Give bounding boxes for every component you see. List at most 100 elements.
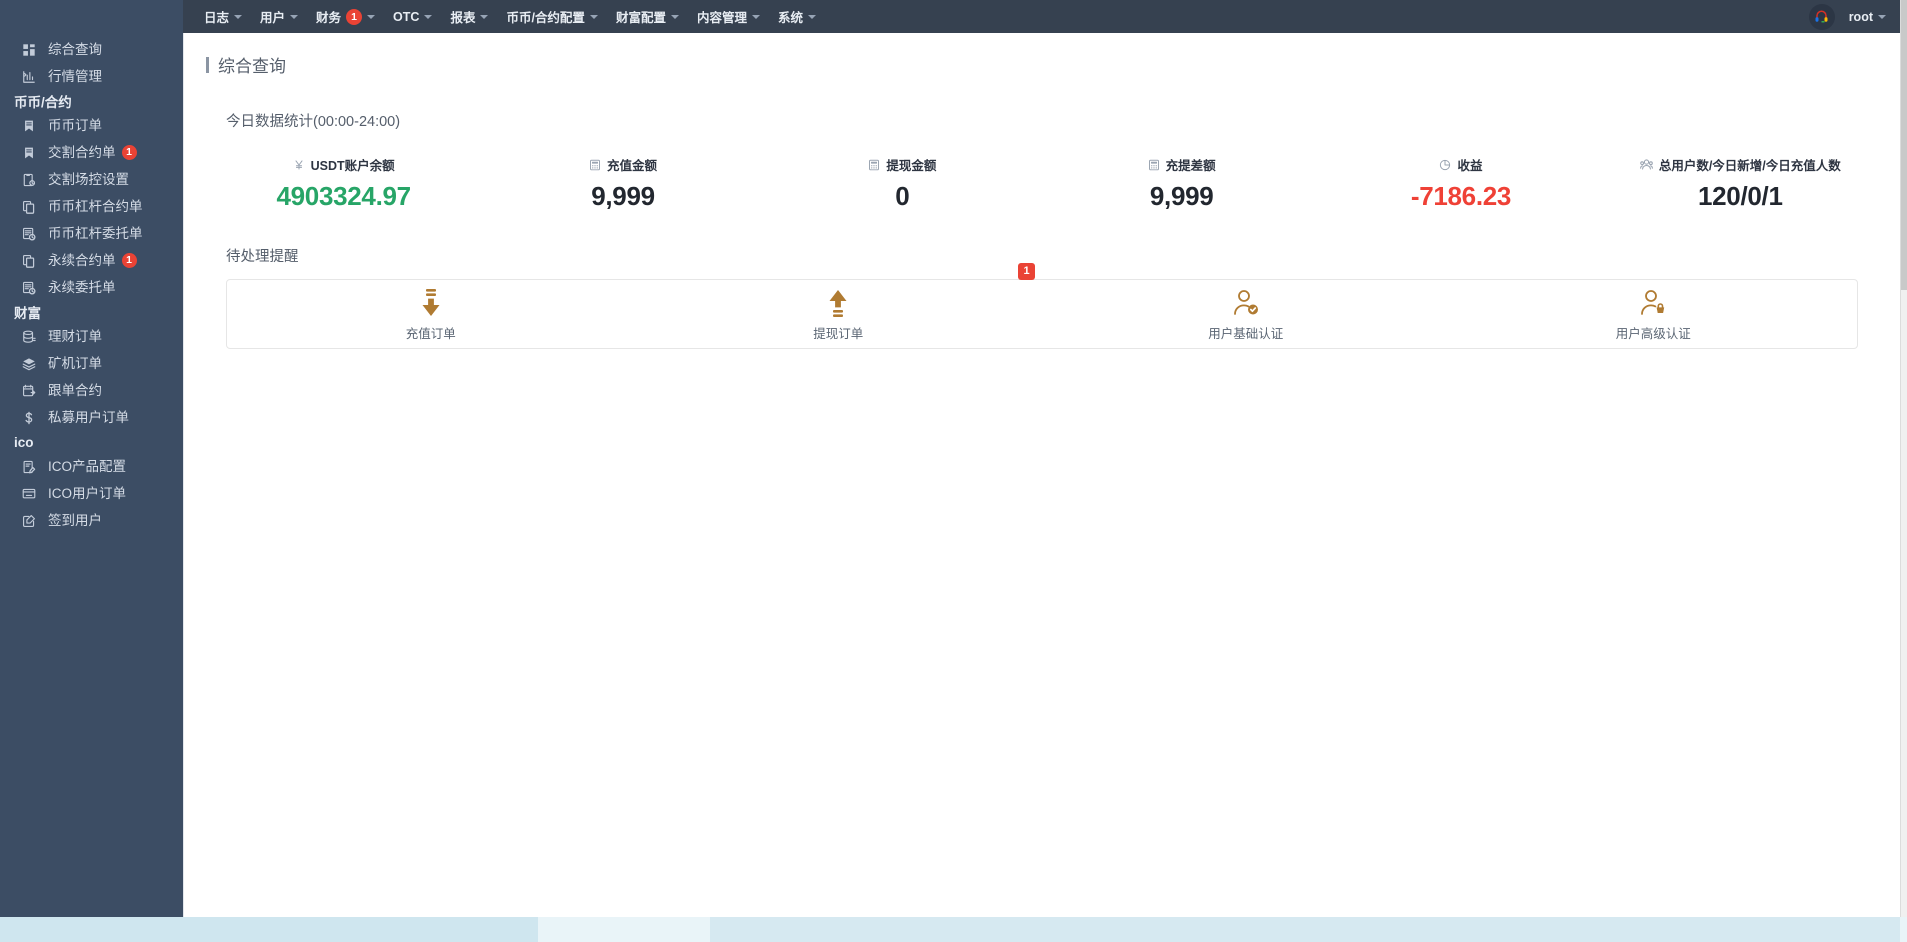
- page-title-label: 综合查询: [218, 52, 286, 77]
- top-menu-label: 报表: [450, 7, 475, 26]
- stat-value: 9,999: [483, 181, 762, 212]
- stat-value: 4903324.97: [204, 181, 483, 212]
- pending-item[interactable]: 提现订单: [635, 280, 1043, 348]
- sidebar-item[interactable]: 币币杠杆合约单: [0, 193, 183, 220]
- sidebar-item-label: 永续合约单: [48, 254, 116, 268]
- arrow-up-withdraw-icon: [825, 287, 851, 317]
- sidebar-item[interactable]: ICO用户订单: [0, 480, 183, 507]
- horizontal-scrollbar-thumb-left[interactable]: [0, 917, 538, 942]
- sidebar-item[interactable]: 永续合约单 1: [0, 247, 183, 274]
- sidebar-item-label: 签到用户: [48, 514, 102, 528]
- sidebar-item-label: 永续委托单: [48, 281, 116, 295]
- sidebar-group-header: ico: [0, 431, 183, 453]
- sidebar-item[interactable]: ICO产品配置: [0, 453, 183, 480]
- document-clock-icon: [22, 227, 39, 241]
- headset-avatar-icon[interactable]: [1809, 4, 1835, 30]
- sidebar-item-label: 跟单合约: [48, 384, 102, 398]
- sidebar-item[interactable]: 私募用户订单: [0, 404, 183, 431]
- chevron-down-icon: [480, 15, 488, 19]
- top-menu-item[interactable]: OTC: [384, 0, 441, 33]
- pending-item-label: 用户基础认证: [1208, 323, 1283, 342]
- stat-label: USDT账户余额: [311, 155, 395, 174]
- stat-label: 充值金额: [607, 155, 657, 174]
- chevron-down-icon: [671, 15, 679, 19]
- stat-header: 充提差额: [1042, 155, 1321, 174]
- sidebar-item[interactable]: 币币订单: [0, 112, 183, 139]
- stat-card: 充提差额9,999: [1042, 155, 1321, 212]
- sidebar-item-label: 交割合约单: [48, 146, 116, 160]
- pending-card: 充值订单提现订单 用户基础认证 用户高级认证: [226, 279, 1858, 349]
- sidebar-item[interactable]: 交割合约单 1: [0, 139, 183, 166]
- sidebar-item-label: 币币订单: [48, 119, 102, 133]
- chevron-down-icon: [234, 15, 242, 19]
- currency-yen-icon: [293, 159, 305, 171]
- top-menu-label: 币币/合约配置: [506, 7, 584, 26]
- stat-value: 0: [763, 181, 1042, 212]
- pending-wrapper: 1 充值订单提现订单用户基础认证用户高级认证: [226, 279, 1858, 349]
- bookmark-icon: [22, 119, 39, 133]
- sidebar-group-label: 财富: [14, 302, 41, 322]
- sidebar-item[interactable]: 永续委托单: [0, 274, 183, 301]
- top-menu-label: OTC: [393, 10, 419, 24]
- sidebar-item[interactable]: 理财订单: [0, 323, 183, 350]
- pending-item-label: 用户高级认证: [1616, 323, 1691, 342]
- pending-item[interactable]: 用户基础认证: [1042, 280, 1450, 348]
- top-menu-item[interactable]: 报表: [441, 0, 497, 33]
- sidebar-item-badge: 1: [122, 145, 137, 160]
- dashboard-grid-icon: [22, 43, 39, 57]
- sidebar-item[interactable]: 签到用户: [0, 507, 183, 534]
- sidebar-item[interactable]: 交割场控设置: [0, 166, 183, 193]
- top-menu-item[interactable]: 系统: [769, 0, 825, 33]
- horizontal-scrollbar-thumb-right[interactable]: [710, 917, 1900, 942]
- sidebar-item-label: 私募用户订单: [48, 411, 129, 425]
- calculator-icon: [1148, 159, 1160, 171]
- top-menu: 日志用户财务 1 OTC 报表 币币/合约配置 财富配置内容管理 系统: [183, 0, 825, 33]
- top-menu-item[interactable]: 财富配置: [607, 0, 688, 33]
- sidebar-item[interactable]: 币币杠杆委托单: [0, 220, 183, 247]
- sidebar-item-label: 币币杠杆委托单: [48, 227, 143, 241]
- pending-item[interactable]: 充值订单: [227, 280, 635, 348]
- sidebar-item[interactable]: 行情管理: [0, 63, 183, 90]
- window-icon: [22, 487, 39, 501]
- stat-card: 总用户数/今日新增/今日充值人数120/0/1: [1601, 155, 1880, 212]
- stat-header: USDT账户余额: [204, 155, 483, 174]
- stat-header: 收益: [1321, 155, 1600, 174]
- database-icon: [22, 330, 39, 344]
- top-menu-item[interactable]: 用户: [251, 0, 307, 33]
- stat-value: 120/0/1: [1601, 181, 1880, 212]
- top-menu-item[interactable]: 内容管理: [688, 0, 769, 33]
- vertical-scrollbar-thumb[interactable]: [1901, 0, 1907, 290]
- horizontal-scrollbar[interactable]: [0, 917, 1907, 942]
- top-menu-badge: 1: [346, 9, 362, 25]
- calculator-icon: [589, 159, 601, 171]
- sidebar-item-label: ICO产品配置: [48, 460, 126, 474]
- sidebar-item-label: 矿机订单: [48, 357, 102, 371]
- sidebar-item-label: ICO用户订单: [48, 487, 126, 501]
- sidebar-group-header: 币币/合约: [0, 90, 183, 112]
- top-menu-item[interactable]: 币币/合约配置: [497, 0, 606, 33]
- sidebar-group-header: 财富: [0, 301, 183, 323]
- document-clock-icon: [22, 281, 39, 295]
- chevron-down-icon: [1878, 15, 1886, 19]
- topbar-right: root: [1809, 0, 1900, 33]
- stats-section-title: 今日数据统计(00:00-24:00): [226, 110, 1900, 131]
- stat-card: 收益 -7186.23: [1321, 155, 1600, 212]
- user-menu[interactable]: root: [1849, 10, 1886, 24]
- title-accent-bar: [206, 57, 209, 73]
- pending-item-label: 提现订单: [813, 323, 863, 342]
- top-menu-label: 内容管理: [697, 7, 747, 26]
- vertical-scrollbar[interactable]: [1900, 0, 1907, 942]
- top-menu-item[interactable]: 日志: [195, 0, 251, 33]
- top-menu-item[interactable]: 财务 1: [307, 0, 384, 33]
- sidebar-item-badge: 1: [122, 253, 137, 268]
- sidebar-item[interactable]: 综合查询: [0, 36, 183, 63]
- top-menu-label: 财务: [316, 7, 341, 26]
- topbar: 日志用户财务 1 OTC 报表 币币/合约配置 财富配置内容管理 系统 root: [183, 0, 1900, 33]
- pending-item[interactable]: 用户高级认证: [1450, 280, 1858, 348]
- user-verified-icon: [1232, 287, 1260, 317]
- sidebar-item[interactable]: 跟单合约: [0, 377, 183, 404]
- stat-label: 提现金额: [886, 155, 936, 174]
- sidebar-item[interactable]: 矿机订单: [0, 350, 183, 377]
- sidebar-group-label: ico: [14, 435, 34, 450]
- stat-value: -7186.23: [1321, 181, 1600, 212]
